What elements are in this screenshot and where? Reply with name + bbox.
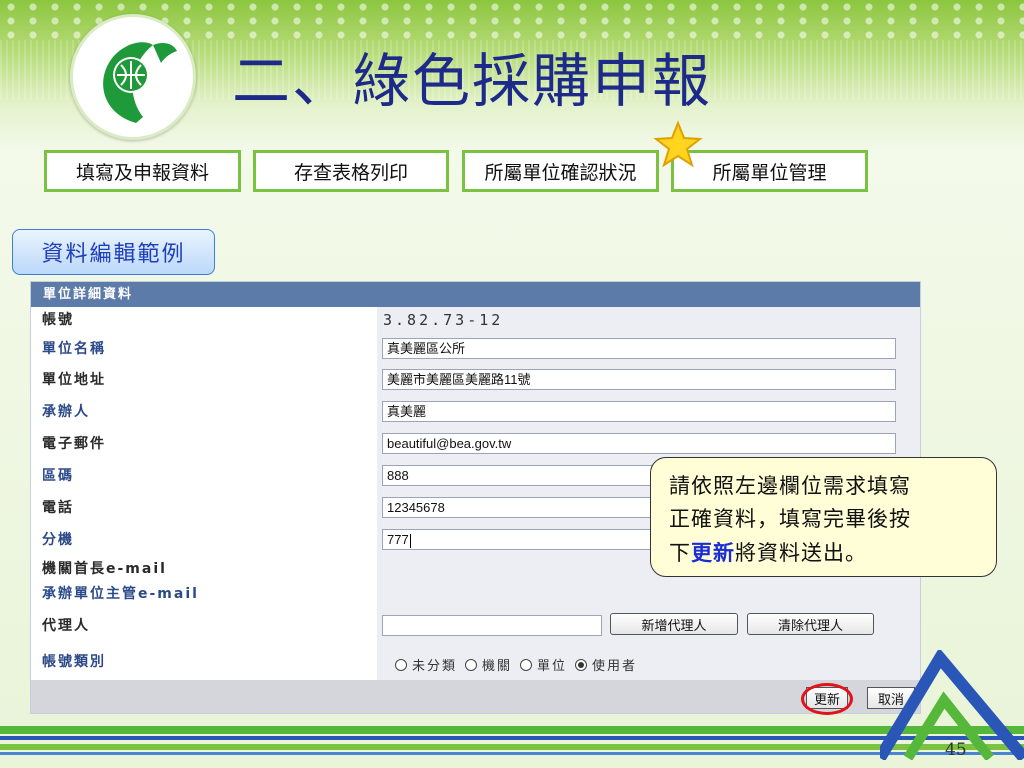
callout-suffix: 將資料送出。 bbox=[735, 541, 867, 565]
account-type-label: 帳號類別 bbox=[42, 654, 106, 670]
star-icon bbox=[653, 120, 703, 168]
page-number: 45 bbox=[945, 740, 967, 760]
green-leaf-logo-icon bbox=[70, 14, 196, 140]
callout-line-3: 下更新將資料送出。 bbox=[669, 536, 982, 570]
radio-button-selected[interactable] bbox=[575, 658, 588, 671]
slide-title: 二、綠色採購申報 bbox=[232, 47, 713, 115]
radio-unit[interactable]: 單位 bbox=[520, 655, 567, 674]
supervisor-email-label: 承辦單位主管e-mail bbox=[42, 586, 199, 602]
radio-label: 機關 bbox=[482, 659, 513, 674]
text-cursor bbox=[409, 533, 411, 548]
radio-label: 單位 bbox=[537, 659, 568, 674]
radio-button[interactable] bbox=[465, 658, 478, 671]
account-type-radio-group: 未分類 機關 單位 使用者 bbox=[395, 655, 645, 674]
nav-print-forms[interactable]: 存查表格列印 bbox=[253, 150, 449, 192]
area-code-label: 區碼 bbox=[42, 468, 74, 484]
unit-address-field[interactable]: 美麗市美麗區美麗路11號 bbox=[382, 369, 896, 390]
add-agent-button[interactable]: 新增代理人 bbox=[610, 613, 738, 635]
bottom-stripe bbox=[0, 736, 1024, 740]
email-label: 電子郵件 bbox=[42, 436, 106, 452]
extension-label: 分機 bbox=[42, 532, 74, 548]
form-action-bar bbox=[31, 680, 920, 713]
example-tag: 資料編輯範例 bbox=[12, 229, 215, 275]
radio-button[interactable] bbox=[395, 658, 407, 671]
radio-user[interactable]: 使用者 bbox=[575, 655, 637, 674]
form-header: 單位詳細資料 bbox=[31, 282, 920, 307]
head-email-label: 機關首長e-mail bbox=[42, 561, 167, 577]
radio-uncategorized[interactable]: 未分類 bbox=[395, 655, 457, 674]
handler-field[interactable]: 真美麗 bbox=[382, 401, 896, 422]
radio-label: 未分類 bbox=[412, 659, 458, 674]
bottom-stripe bbox=[0, 752, 1024, 755]
radio-label: 使用者 bbox=[592, 659, 638, 674]
account-label: 帳號 bbox=[42, 312, 74, 328]
extension-value: 777 bbox=[387, 532, 409, 547]
clear-agent-button[interactable]: 清除代理人 bbox=[747, 613, 874, 635]
agent-field[interactable] bbox=[382, 615, 602, 636]
callout-emphasis: 更新 bbox=[691, 540, 735, 565]
callout-line-2: 正確資料，填寫完畢後按 bbox=[669, 507, 911, 531]
unit-address-label: 單位地址 bbox=[42, 372, 106, 388]
bottom-stripe bbox=[0, 744, 1024, 750]
unit-name-field[interactable]: 真美麗區公所 bbox=[382, 338, 896, 359]
unit-name-label: 單位名稱 bbox=[42, 341, 106, 357]
handler-label: 承辦人 bbox=[42, 404, 90, 420]
nav-fill-and-report[interactable]: 填寫及申報資料 bbox=[44, 150, 241, 192]
update-highlight-circle bbox=[801, 683, 853, 715]
agent-label: 代理人 bbox=[42, 618, 90, 634]
callout-line-1: 請依照左邊欄位需求填寫 bbox=[669, 474, 911, 498]
email-field[interactable]: beautiful@bea.gov.tw bbox=[382, 433, 896, 454]
radio-button[interactable] bbox=[520, 658, 533, 671]
bottom-stripe bbox=[0, 726, 1024, 734]
instruction-callout: 請依照左邊欄位需求填寫 正確資料，填寫完畢後按 下更新將資料送出。 bbox=[650, 457, 997, 577]
phone-label: 電話 bbox=[42, 500, 74, 516]
nav-unit-confirm-status[interactable]: 所屬單位確認狀況 bbox=[462, 150, 659, 192]
callout-prefix: 下 bbox=[669, 541, 691, 565]
radio-agency[interactable]: 機關 bbox=[465, 655, 512, 674]
account-value: 3.82.73-12 bbox=[383, 311, 504, 329]
